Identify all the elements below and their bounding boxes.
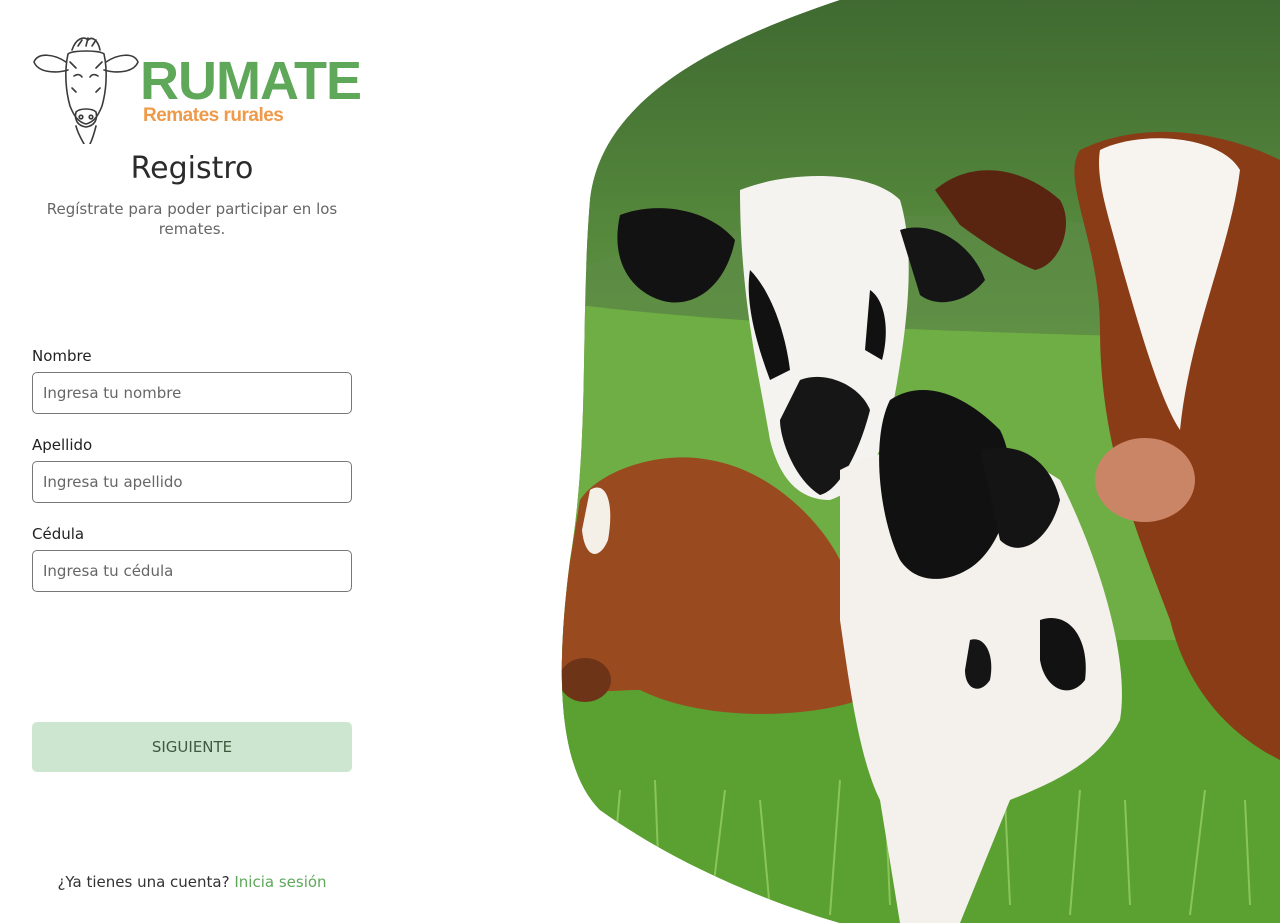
brand-name: RUMATE xyxy=(140,51,362,111)
cow-head-icon xyxy=(33,37,139,144)
nombre-label: Nombre xyxy=(32,347,92,365)
cedula-label: Cédula xyxy=(32,525,85,543)
page-title: Registro xyxy=(130,151,254,186)
apellido-input[interactable] xyxy=(32,461,352,503)
rumate-logo: RUMATE Remates rurales xyxy=(32,32,362,144)
registration-panel: RUMATE Remates rurales Registro Regístra… xyxy=(0,0,560,923)
login-link[interactable]: Inicia sesión xyxy=(234,873,326,891)
login-prompt: ¿Ya tienes una cuenta? Inicia sesión xyxy=(32,873,352,891)
page-subtitle: Regístrate para poder participar en los … xyxy=(46,200,338,238)
brand-tagline: Remates rurales xyxy=(143,105,284,126)
apellido-label: Apellido xyxy=(32,436,93,454)
next-button[interactable]: SIGUIENTE xyxy=(32,722,352,772)
cedula-input[interactable] xyxy=(32,550,352,592)
nombre-input[interactable] xyxy=(32,372,352,414)
login-prompt-text: ¿Ya tienes una cuenta? xyxy=(57,873,230,891)
cows-in-pasture-photo xyxy=(561,0,1280,923)
